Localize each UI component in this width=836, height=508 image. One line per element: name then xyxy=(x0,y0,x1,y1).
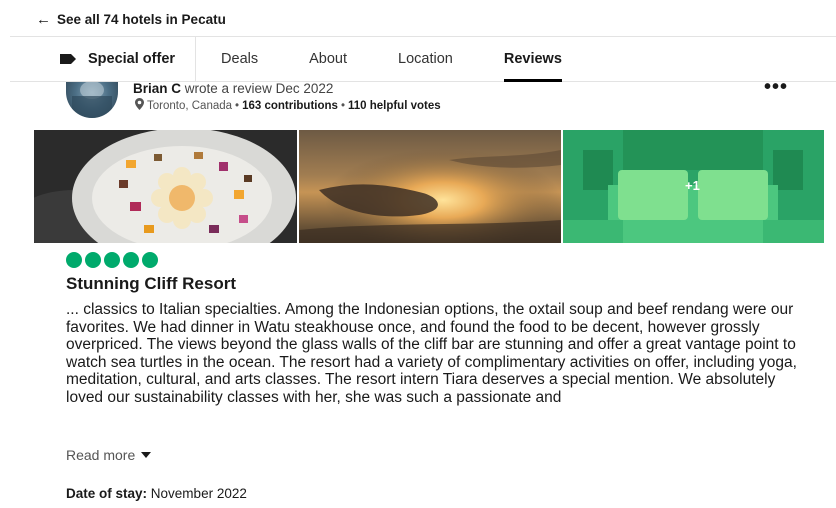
rating-bubble-icon xyxy=(104,252,120,268)
reviewer-meta: Toronto, Canada • 163 contributions • 11… xyxy=(135,98,441,113)
date-of-stay-value: November 2022 xyxy=(150,486,247,501)
reviewer-line: Brian C wrote a review Dec 2022 xyxy=(133,82,333,96)
review-photo-bedroom[interactable]: +1 xyxy=(563,130,824,243)
location-pin-icon xyxy=(135,98,144,113)
review-photo-dessert[interactable] xyxy=(34,130,297,243)
more-photos-count: +1 xyxy=(685,178,700,193)
reviewer-avatar[interactable] xyxy=(66,82,118,118)
rating-bubble-icon xyxy=(142,252,158,268)
tag-icon xyxy=(60,54,76,64)
read-more-button[interactable]: Read more xyxy=(66,447,152,463)
rating-bubble-icon xyxy=(66,252,82,268)
rating-bubble-icon xyxy=(85,252,101,268)
tab-special-offer[interactable]: Special offer xyxy=(10,37,197,81)
read-more-label: Read more xyxy=(66,447,136,463)
more-options-button[interactable]: ••• xyxy=(764,77,788,97)
rating-bubbles xyxy=(66,252,158,268)
tab-location[interactable]: Location xyxy=(398,37,453,81)
reviewer-contributions: 163 contributions xyxy=(242,99,338,112)
review-title[interactable]: Stunning Cliff Resort xyxy=(66,274,236,294)
date-of-stay: Date of stay: November 2022 xyxy=(66,486,247,501)
back-link-label: See all 74 hotels in Pecatu xyxy=(57,11,226,27)
tab-deals[interactable]: Deals xyxy=(221,37,258,81)
review-date-text: wrote a review Dec 2022 xyxy=(184,81,334,96)
caret-down-icon xyxy=(141,452,152,458)
tab-reviews[interactable]: Reviews xyxy=(503,37,562,82)
back-arrow-icon: ← xyxy=(36,10,51,28)
meta-separator: • xyxy=(340,99,345,112)
reviewer-helpful-votes: 110 helpful votes xyxy=(347,99,441,112)
reviewer-name[interactable]: Brian C xyxy=(133,81,181,96)
hotel-tabs: Special offer Deals About Location Revie… xyxy=(10,36,836,82)
date-of-stay-label: Date of stay: xyxy=(66,486,148,501)
tab-special-offer-label: Special offer xyxy=(88,51,176,67)
rating-bubble-icon xyxy=(123,252,139,268)
meta-separator: • xyxy=(235,99,240,112)
review-photo-sunset[interactable] xyxy=(299,130,561,243)
review-photos: +1 xyxy=(34,130,824,243)
see-all-hotels-link[interactable]: ← See all 74 hotels in Pecatu xyxy=(36,9,226,29)
reviewer-location: Toronto, Canada xyxy=(147,99,233,112)
review-text: ... classics to Italian specialties. Amo… xyxy=(66,301,797,406)
tab-about[interactable]: About xyxy=(309,37,347,81)
